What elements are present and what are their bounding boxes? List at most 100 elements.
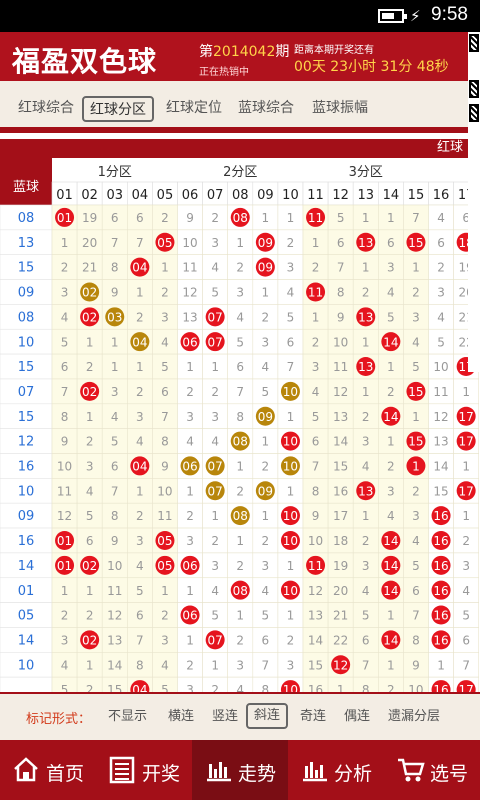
miss-count: 3	[287, 658, 295, 672]
tab-5[interactable]: 蓝球振幅	[312, 96, 368, 122]
miss-count: 13	[107, 633, 122, 647]
miss-count: 15	[333, 460, 348, 474]
nav-4[interactable]: 分析	[288, 740, 384, 800]
miss-count: 10	[182, 236, 197, 250]
miss-count: 5	[86, 509, 94, 523]
mark-option-2[interactable]: 横连	[168, 708, 194, 726]
nav-1[interactable]: 首页	[0, 740, 96, 800]
ball-number: 07	[208, 484, 223, 498]
miss-count: 4	[136, 559, 144, 573]
row-header-label: 蓝球	[13, 180, 39, 195]
miss-count: 1	[86, 410, 94, 424]
miss-count: 4	[186, 435, 194, 449]
miss-count: 3	[211, 236, 219, 250]
miss-count: 6	[262, 633, 270, 647]
col-header: 14	[383, 188, 400, 203]
bottom-nav: 首页 开奖 走势 分析 选号	[0, 740, 480, 800]
miss-count: 6	[412, 584, 420, 598]
miss-count: 10	[333, 335, 348, 349]
tab-4[interactable]: 蓝球综合	[238, 96, 294, 122]
miss-count: 8	[362, 683, 370, 692]
ball-number: 04	[132, 683, 147, 692]
scroll-indicator	[468, 32, 480, 372]
status-bar: ⚡ 9:58	[0, 0, 480, 32]
miss-count: 1	[362, 509, 370, 523]
ball-number: 01	[57, 559, 72, 573]
mark-option-3[interactable]: 竖连	[212, 708, 238, 726]
miss-count: 1	[186, 633, 194, 647]
miss-count: 4	[287, 286, 295, 300]
tab-3[interactable]: 红球定位	[166, 96, 222, 122]
col-header: 15	[408, 188, 425, 203]
miss-count: 1	[362, 385, 370, 399]
mark-option-7[interactable]: 遗漏分层	[388, 708, 440, 726]
miss-count: 8	[111, 261, 119, 275]
miss-count: 5	[312, 410, 320, 424]
ball-number: 10	[283, 435, 298, 449]
miss-count: 2	[387, 683, 395, 692]
miss-count: 1	[86, 335, 94, 349]
miss-count: 8	[312, 484, 320, 498]
mark-option-4[interactable]: 斜连	[246, 703, 289, 729]
miss-count: 10	[408, 683, 423, 692]
trend-chart[interactable]: 蓝球 红球 1分区 2分区 3分区 01 02 03 04 05 06 07 08 09 10 11 12 13 1…	[0, 139, 480, 692]
countdown: 00天 23小时 31分 48秒	[294, 59, 449, 75]
miss-count: 4	[387, 509, 395, 523]
miss-count: 6	[437, 236, 445, 250]
miss-count: 1	[287, 609, 295, 623]
col-header: 10	[282, 188, 299, 203]
nav-3[interactable]: 走势	[192, 740, 288, 800]
indicator-block	[469, 34, 479, 52]
trend-icon	[207, 762, 231, 782]
miss-count: 1	[262, 286, 270, 300]
miss-count: 9	[186, 211, 194, 225]
miss-count: 2	[211, 385, 219, 399]
ball-number: 16	[433, 633, 448, 647]
ball-number: 10	[283, 460, 298, 474]
miss-count: 4	[236, 683, 244, 692]
miss-count: 2	[312, 335, 320, 349]
mark-option-1[interactable]: 不显示	[108, 708, 147, 726]
battery-icon	[378, 9, 407, 23]
miss-count: 3	[161, 633, 169, 647]
miss-count: 5	[387, 310, 395, 324]
miss-count: 21	[82, 261, 97, 275]
miss-count: 6	[362, 633, 370, 647]
miss-count: 5	[161, 360, 169, 374]
miss-count: 5	[412, 360, 420, 374]
mark-option-6[interactable]: 偶连	[344, 708, 370, 726]
tab-1[interactable]: 红球综合	[18, 96, 74, 122]
nav-2[interactable]: 开奖	[96, 740, 192, 800]
col-header: 06	[182, 188, 199, 203]
miss-count: 6	[161, 385, 169, 399]
miss-count: 4	[211, 584, 219, 598]
miss-count: 8	[111, 509, 119, 523]
mark-option-5[interactable]: 奇连	[300, 708, 326, 726]
miss-count: 3	[312, 360, 320, 374]
ball-number: 17	[459, 435, 474, 449]
miss-count: 4	[211, 261, 219, 275]
miss-count: 1	[186, 484, 194, 498]
miss-count: 5	[111, 435, 119, 449]
nav-5[interactable]: 选号	[384, 740, 480, 800]
miss-count: 1	[186, 584, 194, 598]
ball-number: 06	[182, 609, 197, 623]
miss-count: 11	[182, 261, 197, 275]
miss-count: 2	[136, 509, 144, 523]
miss-count: 2	[61, 609, 69, 623]
ball-number: 10	[283, 683, 298, 692]
miss-count: 2	[161, 286, 169, 300]
tab-2[interactable]: 红球分区	[82, 96, 154, 122]
blue-number: 12	[18, 435, 35, 450]
miss-count: 15	[308, 658, 323, 672]
miss-count: 4	[161, 335, 169, 349]
miss-count: 3	[136, 410, 144, 424]
blue-number: 13	[18, 236, 35, 251]
ball-number: 11	[308, 286, 323, 300]
miss-count: 1	[362, 211, 370, 225]
ball-number: 04	[132, 261, 147, 275]
miss-count: 7	[262, 658, 270, 672]
miss-count: 1	[387, 609, 395, 623]
miss-count: 2	[262, 310, 270, 324]
miss-count: 6	[236, 360, 244, 374]
